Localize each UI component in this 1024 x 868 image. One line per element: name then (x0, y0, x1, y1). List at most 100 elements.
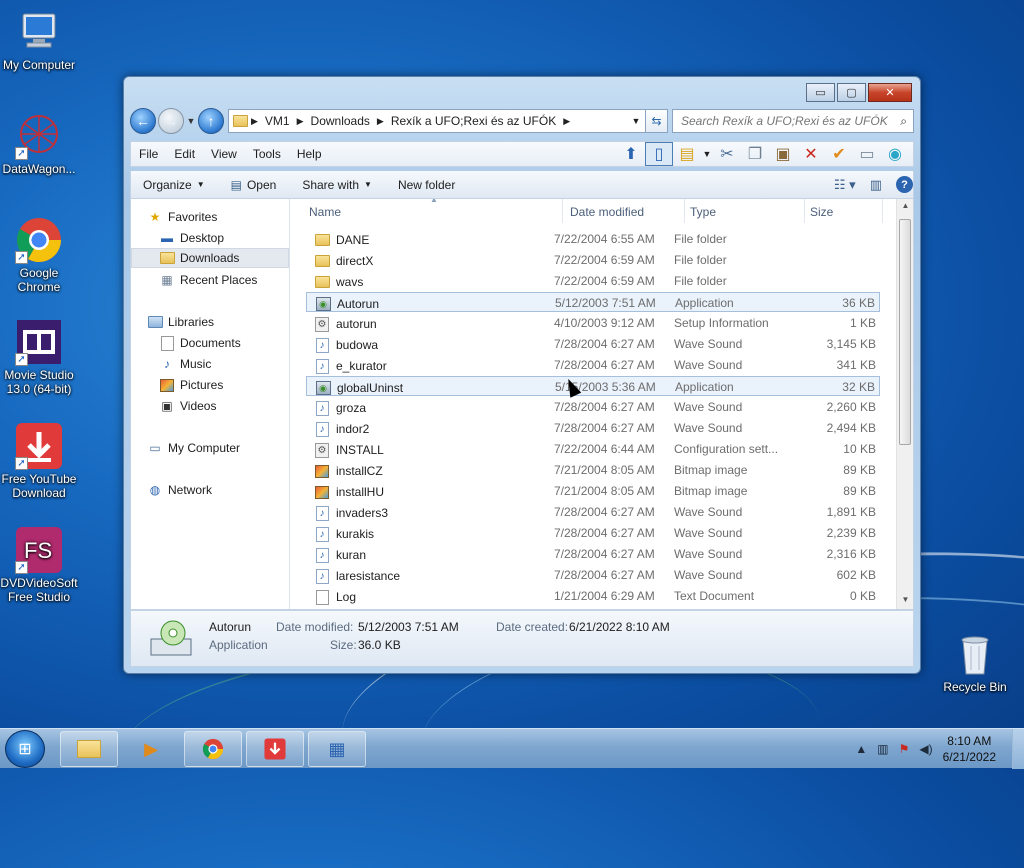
recent-pages-dropdown[interactable]: ▼ (186, 116, 196, 126)
file-row[interactable]: ⚙ INSTALL 7/22/2004 6:44 AM Configuration s… (306, 439, 880, 459)
column-name[interactable]: Name (309, 205, 341, 219)
file-row[interactable]: Log 1/21/2004 6:29 AM Text Document 0 KB (306, 586, 880, 606)
nav-music[interactable]: ♪ Music (159, 354, 289, 374)
taskbar-explorer-button[interactable] (60, 731, 118, 767)
back-button[interactable]: ← (130, 108, 156, 134)
nav-label: Desktop (180, 231, 225, 245)
address-bar[interactable]: ▶ VM1 ▶ Downloads ▶ Rexík a UFO;Rexi és … (228, 109, 646, 133)
taskbar-media-player-button[interactable]: ▶ (122, 731, 180, 767)
nav-videos[interactable]: ▣ Videos (159, 396, 289, 416)
menu-help[interactable]: Help (289, 147, 330, 161)
properties-icon[interactable]: ▭ (853, 142, 881, 166)
maximize-button[interactable]: ▢ (837, 83, 866, 102)
nav-favorites[interactable]: ★ Favorites (147, 207, 305, 227)
nav-my-computer[interactable]: ▭ My Computer (147, 438, 305, 458)
scroll-up-arrow[interactable]: ▲ (897, 201, 913, 215)
breadcrumb-vm1[interactable]: VM1 (265, 114, 290, 128)
globe-icon[interactable]: ◉ (881, 142, 909, 166)
search-box[interactable]: ⌕ (672, 109, 914, 133)
chevron-down-icon[interactable]: ▼ (701, 142, 713, 166)
desktop-icon-my-computer[interactable]: My Computer (0, 8, 78, 72)
network-status-icon[interactable]: ▥ (877, 742, 888, 756)
minimize-button[interactable]: ▭ (806, 83, 835, 102)
column-size[interactable]: Size (810, 205, 833, 219)
desktop-icon-dvdvideosoft[interactable]: FS ➚ DVDVideoSoft Free Studio (0, 526, 78, 604)
nav-recent-places[interactable]: ▦ Recent Places (159, 270, 289, 290)
menu-edit[interactable]: Edit (166, 147, 203, 161)
start-button[interactable]: ⊞ (5, 730, 45, 768)
clock[interactable]: 8:10 AM 6/21/2022 (943, 733, 996, 765)
file-row[interactable]: wavs 7/22/2004 6:59 AM File folder (306, 271, 880, 291)
column-date-modified[interactable]: Date modified (570, 205, 644, 219)
scroll-down-arrow[interactable]: ▼ (897, 595, 913, 609)
breadcrumb-downloads[interactable]: Downloads (311, 114, 370, 128)
desktop-icon-google-chrome[interactable]: ➚ Google Chrome (0, 216, 78, 294)
file-date-modified: 7/21/2004 8:05 AM (554, 484, 655, 498)
vertical-scrollbar[interactable]: ▲ ▼ (896, 199, 913, 609)
file-row[interactable]: ♪ e_kurator 7/28/2004 6:27 AM Wave Sound 341… (306, 355, 880, 375)
nav-documents[interactable]: Documents (159, 333, 289, 353)
copy-icon[interactable]: ❐ (741, 142, 769, 166)
details-date-modified: 5/12/2003 7:51 AM (358, 620, 459, 634)
refresh-button[interactable]: ⇆ (646, 109, 668, 133)
file-row[interactable]: ◉ Autorun 5/12/2003 7:51 AM Application 36 K… (306, 292, 880, 312)
search-icon[interactable]: ⌕ (900, 114, 907, 129)
desktop-icon-free-youtube-download[interactable]: ➚ Free YouTube Download (0, 422, 78, 500)
preview-pane-icon[interactable]: ▥ (870, 177, 882, 193)
search-input[interactable] (679, 113, 901, 129)
file-row[interactable]: ♪ kurakis 7/28/2004 6:27 AM Wave Sound 2,239… (306, 523, 880, 543)
taskbar-chrome-button[interactable] (184, 731, 242, 767)
nav-desktop[interactable]: ▬ Desktop (159, 228, 289, 248)
share-with-button[interactable]: Share with ▼ (302, 178, 372, 192)
up-button[interactable]: ↑ (198, 108, 224, 134)
taskbar-autorun-button[interactable]: ▦ (308, 731, 366, 767)
file-row[interactable]: ◉ globalUninst 5/15/2003 5:36 AM Applicatio… (306, 376, 880, 396)
open-button[interactable]: ▤ Open (231, 178, 277, 192)
new-folder-button[interactable]: New folder (398, 178, 455, 192)
desktop-icon-recycle-bin[interactable]: Recycle Bin (936, 630, 1014, 694)
folder-options-icon[interactable]: ▤ (673, 142, 701, 166)
checkmark-icon[interactable]: ✔ (825, 142, 853, 166)
breadcrumb-current-folder[interactable]: Rexík a UFO;Rexi és az UFÓK (391, 114, 556, 128)
up-folder-icon[interactable]: ⬆ (617, 142, 645, 166)
file-row[interactable]: installCZ 7/21/2004 8:05 AM Bitmap image 89… (306, 460, 880, 480)
nav-pictures[interactable]: Pictures (159, 375, 289, 395)
file-row[interactable]: installHU 7/21/2004 8:05 AM Bitmap image 89… (306, 481, 880, 501)
nav-downloads[interactable]: Downloads (131, 248, 289, 268)
nav-network[interactable]: ◍ Network (147, 480, 305, 500)
help-icon[interactable]: ? (896, 176, 913, 193)
menu-tools[interactable]: Tools (245, 147, 289, 161)
volume-icon[interactable]: ◀) (919, 742, 932, 756)
show-desktop-button[interactable] (1012, 729, 1024, 769)
file-row[interactable]: ♪ groza 7/28/2004 6:27 AM Wave Sound 2,260 K… (306, 397, 880, 417)
nav-libraries[interactable]: Libraries (147, 312, 305, 332)
file-type: Wave Sound (674, 526, 743, 540)
close-button[interactable]: ✕ (868, 83, 912, 102)
taskbar-youtube-download-button[interactable] (246, 731, 304, 767)
organize-button[interactable]: Organize ▼ (143, 178, 205, 192)
action-center-icon[interactable]: ⚑ (899, 742, 910, 756)
cut-icon[interactable]: ✂ (713, 142, 741, 166)
show-hidden-icons-icon[interactable]: ▲ (855, 742, 867, 756)
scrollbar-thumb[interactable] (899, 219, 911, 445)
file-row[interactable]: ♪ budowa 7/28/2004 6:27 AM Wave Sound 3,145 … (306, 334, 880, 354)
file-row[interactable]: ♪ kuran 7/28/2004 6:27 AM Wave Sound 2,316 K… (306, 544, 880, 564)
details-size: 36.0 KB (358, 638, 401, 652)
file-row[interactable]: ♪ laresistance 7/28/2004 6:27 AM Wave Sound… (306, 565, 880, 585)
column-type[interactable]: Type (690, 205, 716, 219)
file-row[interactable]: directX 7/22/2004 6:59 AM File folder (306, 250, 880, 270)
desktop-icon-datawagon[interactable]: ➚ DataWagon... (0, 112, 78, 176)
desktop-icon-movie-studio[interactable]: ➚ Movie Studio 13.0 (64-bit) (0, 318, 78, 396)
file-row[interactable]: ⚙ autorun 4/10/2003 9:12 AM Setup Informati… (306, 313, 880, 333)
delete-icon[interactable]: ✕ (797, 142, 825, 166)
view-options-icon[interactable]: ☷ ▾ (834, 177, 856, 193)
folders-pane-icon[interactable]: ▯ (645, 142, 673, 166)
file-row[interactable]: DANE 7/22/2004 6:55 AM File folder (306, 229, 880, 249)
menu-file[interactable]: File (131, 147, 166, 161)
file-row[interactable]: ♪ indor2 7/28/2004 6:27 AM Wave Sound 2,494 … (306, 418, 880, 438)
forward-button[interactable]: → (158, 108, 184, 134)
file-row[interactable]: ♪ invaders3 7/28/2004 6:27 AM Wave Sound 1,8… (306, 502, 880, 522)
paste-icon[interactable]: ▣ (769, 142, 797, 166)
menu-view[interactable]: View (203, 147, 245, 161)
address-dropdown[interactable]: ▼ (627, 116, 645, 126)
